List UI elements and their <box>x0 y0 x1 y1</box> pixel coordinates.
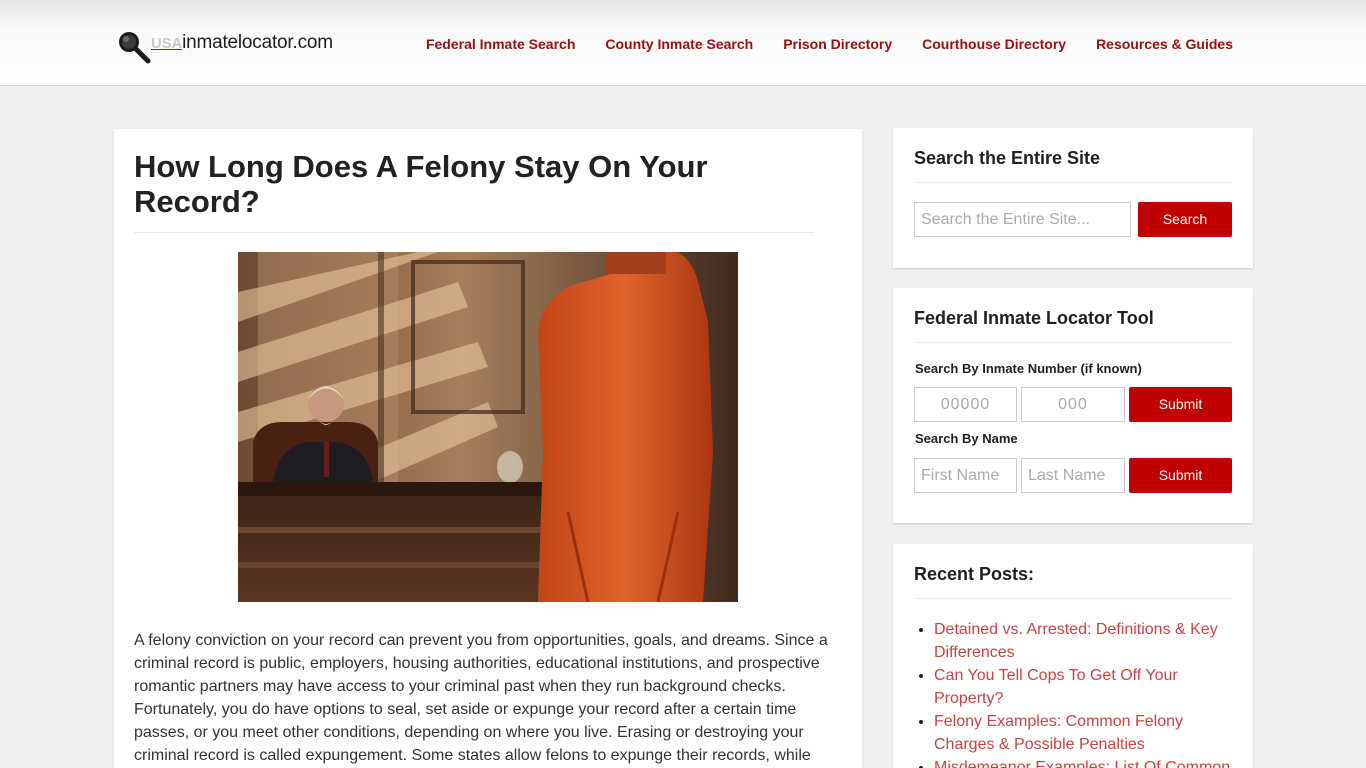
list-item: Detained vs. Arrested: Definitions & Key… <box>934 618 1234 664</box>
courtroom-image <box>238 252 738 602</box>
recent-posts-list: Detained vs. Arrested: Definitions & Key… <box>934 618 1234 768</box>
article-title: How Long Does A Felony Stay On Your Reco… <box>134 149 814 233</box>
nav-federal-inmate-search[interactable]: Federal Inmate Search <box>426 36 575 52</box>
logo-text: USAinmatelocator.com <box>151 32 333 54</box>
nav-resources-guides[interactable]: Resources & Guides <box>1096 36 1233 52</box>
site-search-input[interactable]: Search the Entire Site... <box>914 202 1131 237</box>
recent-posts-title: Recent Posts: <box>914 544 1232 599</box>
logo-usa: USA <box>151 35 183 52</box>
magnifier-icon <box>119 32 151 64</box>
article-card: How Long Does A Felony Stay On Your Reco… <box>114 129 862 768</box>
last-name-input[interactable]: Last Name <box>1021 458 1125 493</box>
inmate-locator-title: Federal Inmate Locator Tool <box>914 288 1232 343</box>
submit-number-button[interactable]: Submit <box>1129 387 1232 422</box>
recent-post-link[interactable]: Can You Tell Cops To Get Off Your Proper… <box>934 667 1178 707</box>
site-search-title: Search the Entire Site <box>914 128 1232 183</box>
inmate-locator-widget: Federal Inmate Locator Tool Search By In… <box>893 288 1253 523</box>
nav-county-inmate-search[interactable]: County Inmate Search <box>605 36 753 52</box>
nav-courthouse-directory[interactable]: Courthouse Directory <box>922 36 1066 52</box>
site-search-button[interactable]: Search <box>1138 202 1232 237</box>
recent-post-link[interactable]: Felony Examples: Common Felony Charges &… <box>934 713 1183 753</box>
main-nav: Federal Inmate Search County Inmate Sear… <box>396 36 1233 52</box>
inmate-number-input-2[interactable]: 000 <box>1021 387 1125 422</box>
article-body: A felony conviction on your record can p… <box>134 632 828 764</box>
first-name-input[interactable]: First Name <box>914 458 1017 493</box>
recent-post-link[interactable]: Misdemeanor Examples: List Of Common <box>934 759 1230 768</box>
inmate-number-input-1[interactable]: 00000 <box>914 387 1017 422</box>
by-number-label: Search By Inmate Number (if known) <box>915 361 1142 376</box>
recent-post-link[interactable]: Detained vs. Arrested: Definitions & Key… <box>934 621 1218 661</box>
list-item: Misdemeanor Examples: List Of Common <box>934 756 1234 768</box>
site-logo[interactable]: USAinmatelocator.com <box>117 30 333 64</box>
logo-domain: inmatelocator.com <box>182 32 333 53</box>
by-name-label: Search By Name <box>915 431 1018 446</box>
recent-posts-widget: Recent Posts: Detained vs. Arrested: Def… <box>893 544 1253 768</box>
site-header: USAinmatelocator.com Federal Inmate Sear… <box>0 0 1366 86</box>
list-item: Felony Examples: Common Felony Charges &… <box>934 710 1234 756</box>
nav-prison-directory[interactable]: Prison Directory <box>783 36 892 52</box>
site-search-widget: Search the Entire Site Search the Entire… <box>893 128 1253 268</box>
list-item: Can You Tell Cops To Get Off Your Proper… <box>934 664 1234 710</box>
submit-name-button[interactable]: Submit <box>1129 458 1232 493</box>
